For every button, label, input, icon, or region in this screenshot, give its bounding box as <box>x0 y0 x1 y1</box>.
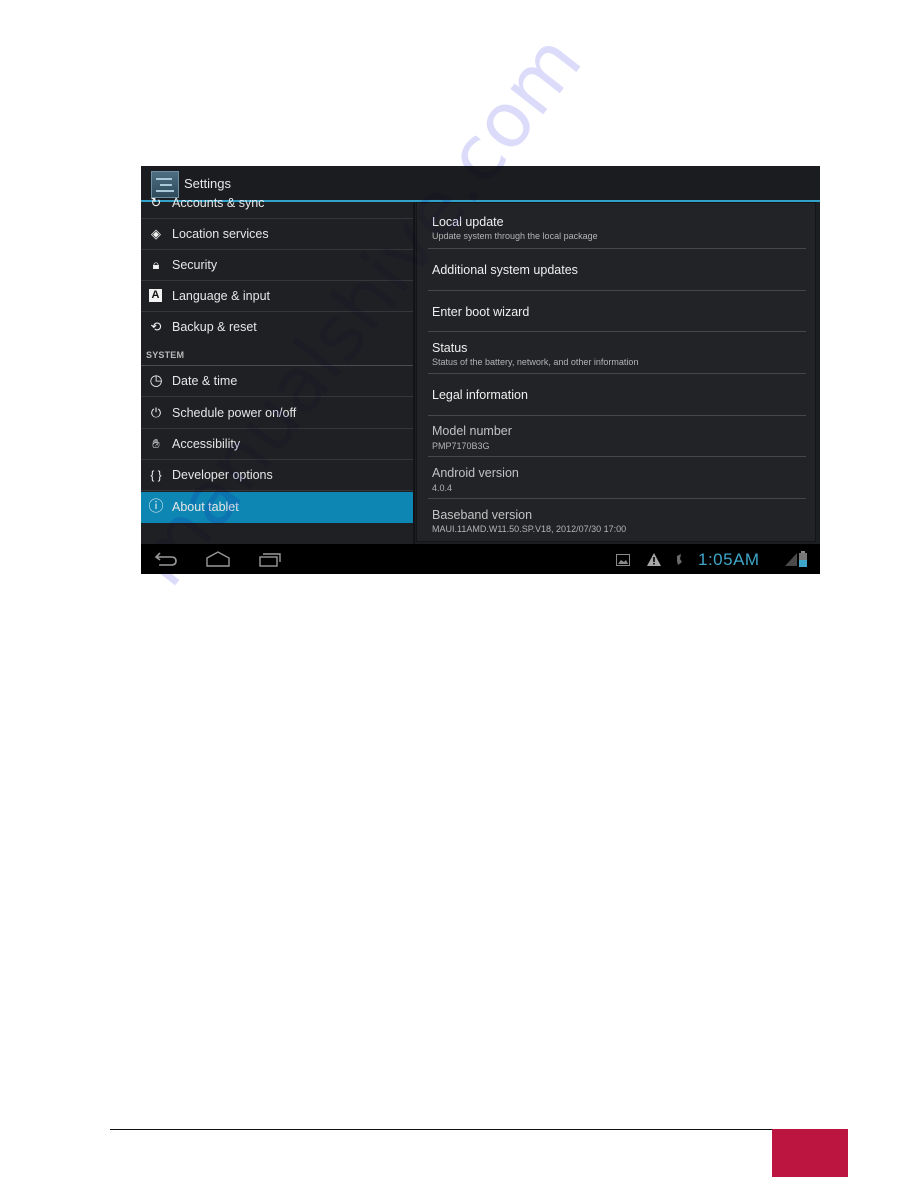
list-item-model-number: Model number PMP7170B3G <box>417 416 815 457</box>
list-item-baseband-version: Baseband version MAUI.11AMD.W11.50.SP.V1… <box>417 499 815 541</box>
pane-divider <box>413 202 415 544</box>
system-nav-bar: 1:05AM <box>141 544 820 574</box>
about-tablet-pane: Local update Update system through the l… <box>416 202 816 542</box>
settings-categories-list: ↻ Accounts & sync ◈ Location services 🔒︎… <box>141 195 413 544</box>
item-title: Baseband version <box>432 508 533 522</box>
sidebar-item-label: Accessibility <box>172 437 241 451</box>
sidebar-item-schedule-power[interactable]: ⏻ Schedule power on/off <box>141 398 413 429</box>
list-item-android-version: Android version 4.0.4 <box>417 457 815 498</box>
sidebar-item-label: About tablet <box>172 500 239 514</box>
recent-apps-button[interactable] <box>257 550 283 568</box>
signal-icon <box>785 553 797 566</box>
list-item-additional-updates[interactable]: Additional system updates <box>417 249 815 290</box>
list-item-status[interactable]: Status Status of the battery, network, a… <box>417 332 815 373</box>
hand-icon: ✋︎ <box>152 436 160 451</box>
section-header-system: SYSTEM <box>146 350 185 360</box>
item-value: PMP7170B3G <box>432 441 490 451</box>
list-item-local-update[interactable]: Local update Update system through the l… <box>417 203 815 248</box>
sidebar-item-security[interactable]: 🔒︎ Security <box>141 250 413 281</box>
sidebar-item-label: Language & input <box>172 289 271 303</box>
sidebar-item-label: Security <box>172 258 218 272</box>
sidebar-item-accessibility[interactable]: ✋︎ Accessibility <box>141 429 413 460</box>
item-title: Model number <box>432 424 512 438</box>
sidebar-item-date-time[interactable]: ◷ Date & time <box>141 366 413 397</box>
item-value: 4.0.4 <box>432 483 453 493</box>
sidebar-item-about-tablet[interactable]: ⓘ About tablet <box>141 492 413 523</box>
item-title: Status <box>432 341 468 355</box>
item-title: Local update <box>432 215 504 229</box>
language-icon: A <box>149 289 162 302</box>
warning-icon[interactable] <box>647 553 661 566</box>
item-title: Legal information <box>432 388 528 402</box>
braces-icon: { } <box>150 468 162 482</box>
back-button[interactable] <box>153 550 179 568</box>
sidebar-item-label: Location services <box>172 227 269 241</box>
item-summary: Update system through the local package <box>432 231 598 241</box>
lock-icon: 🔒︎ <box>152 257 160 272</box>
sidebar-item-label: Schedule power on/off <box>172 406 297 420</box>
item-title: Android version <box>432 466 519 480</box>
item-title: Additional system updates <box>432 263 578 277</box>
tablet-screenshot: Settings ↻ Accounts & sync ◈ Location se… <box>141 166 820 574</box>
footer-rule <box>110 1129 772 1130</box>
list-item-boot-wizard[interactable]: Enter boot wizard <box>417 291 815 331</box>
sidebar-item-backup-reset[interactable]: ⟲ Backup & reset <box>141 312 413 343</box>
sidebar-item-location-services[interactable]: ◈ Location services <box>141 219 413 250</box>
sidebar-item-accounts-sync[interactable]: ↻ Accounts & sync <box>141 188 413 219</box>
sidebar-item-label: Backup & reset <box>172 320 257 334</box>
item-value: MAUI.11AMD.W11.50.SP.V18, 2012/07/30 17:… <box>432 524 627 534</box>
sidebar-item-developer-options[interactable]: { } Developer options <box>141 460 413 491</box>
sidebar-item-label: Date & time <box>172 374 238 388</box>
screenshot-icon[interactable] <box>616 554 630 566</box>
usb-debug-icon[interactable] <box>674 553 684 566</box>
schedule-power-icon: ⏻ <box>150 405 162 420</box>
battery-icon <box>799 551 807 567</box>
sidebar-item-language-input[interactable]: A Language & input <box>141 281 413 312</box>
info-icon: ⓘ <box>148 498 164 515</box>
page-marker <box>772 1129 848 1177</box>
sync-icon: ↻ <box>150 195 162 210</box>
home-button[interactable] <box>205 550 231 568</box>
location-icon: ◈ <box>151 226 161 241</box>
item-summary: Status of the battery, network, and othe… <box>432 357 639 367</box>
item-title: Enter boot wizard <box>432 305 530 319</box>
sidebar-item-label: Accounts & sync <box>172 196 265 210</box>
list-item-legal-info[interactable]: Legal information <box>417 374 815 415</box>
clock-icon: ◷ <box>149 372 163 389</box>
backup-icon: ⟲ <box>150 319 162 334</box>
clock-time[interactable]: 1:05AM <box>698 550 760 570</box>
sidebar-item-label: Developer options <box>172 468 273 482</box>
